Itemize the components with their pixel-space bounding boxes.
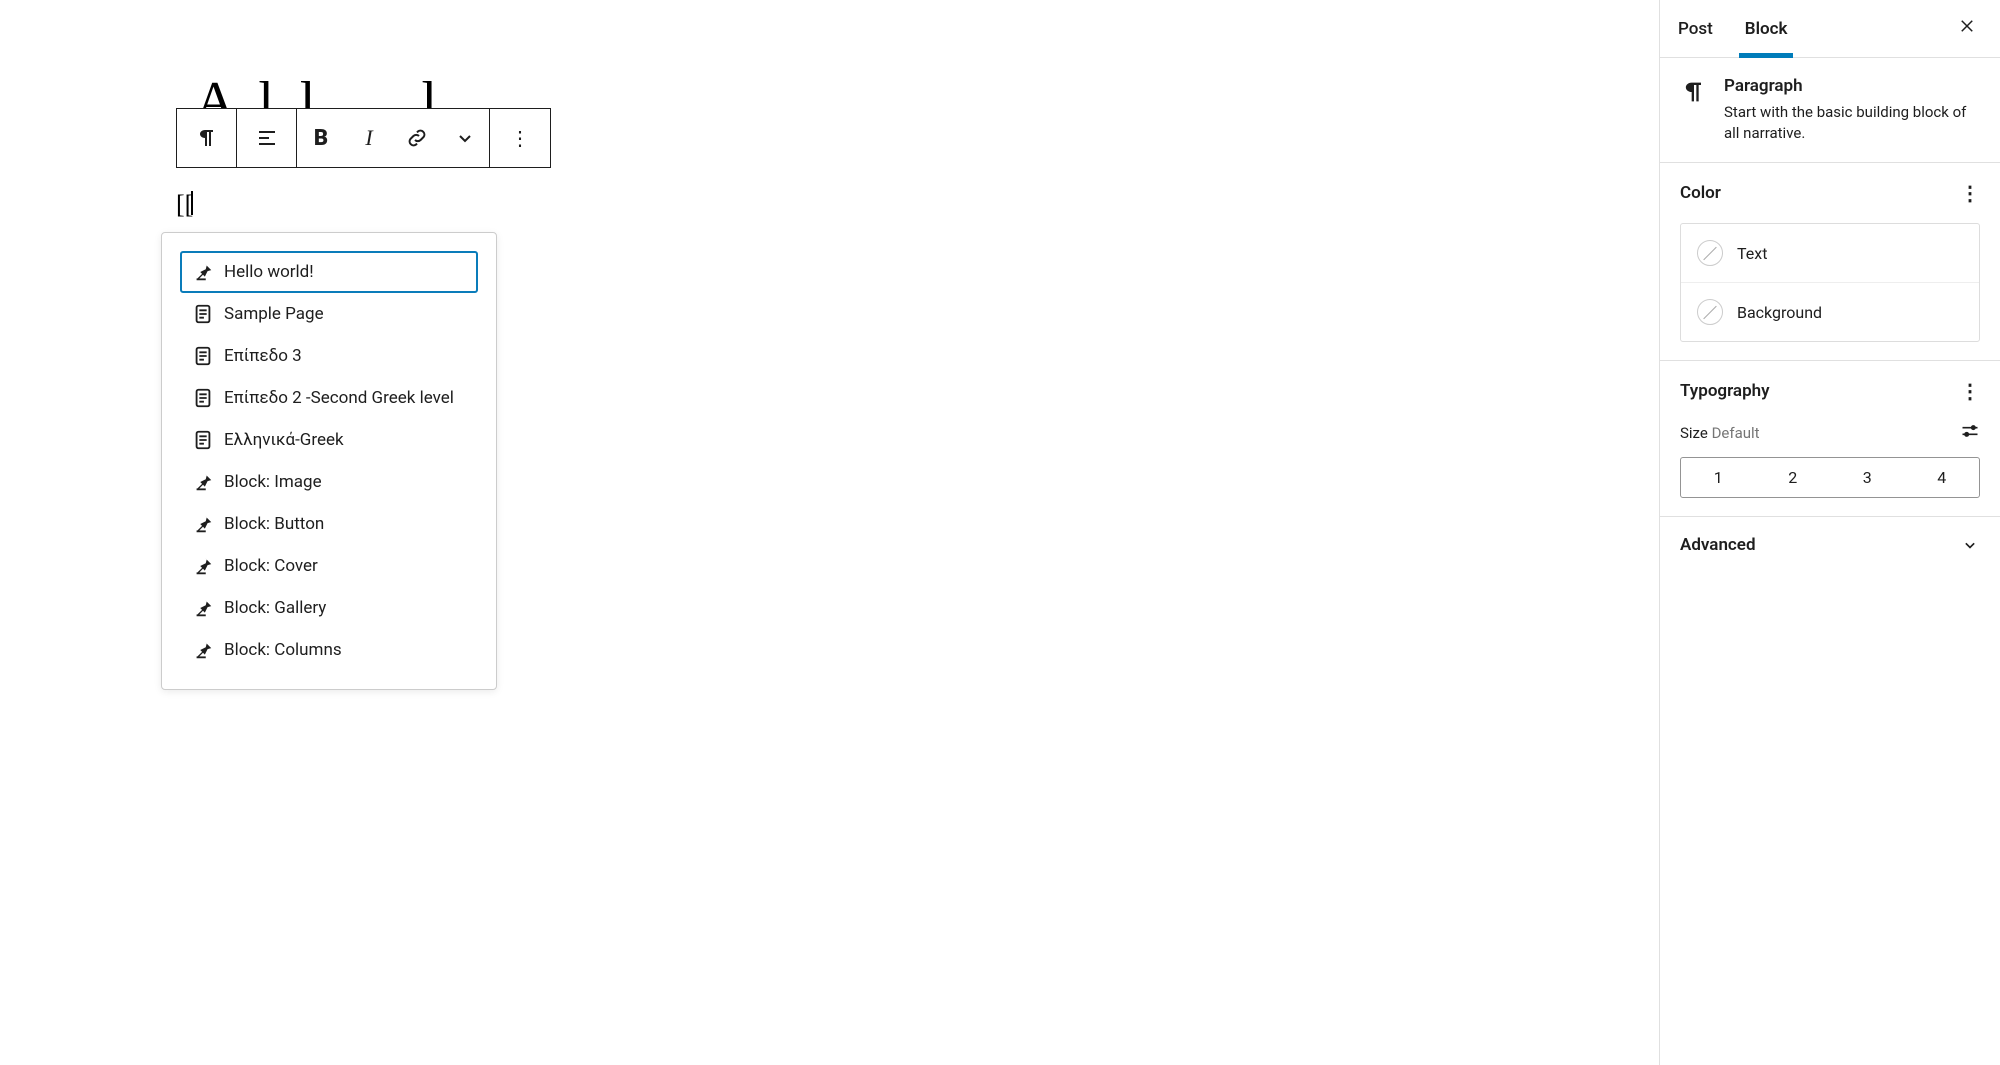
block-options-button[interactable] — [490, 109, 550, 167]
font-size-preset-4[interactable]: 4 — [1905, 458, 1980, 497]
autocomplete-item[interactable]: Hello world! — [180, 251, 478, 293]
block-type-button[interactable] — [177, 109, 237, 167]
page-icon — [192, 345, 214, 367]
color-panel: Color Text Background — [1660, 163, 2000, 361]
paragraph-icon — [1680, 78, 1708, 106]
page-icon — [192, 429, 214, 451]
autocomplete-item[interactable]: Επίπεδο 3 — [180, 335, 478, 377]
settings-sidebar: Post Block Paragraph Start with the basi… — [1659, 0, 2000, 1065]
autocomplete-item[interactable]: Block: Cover — [180, 545, 478, 587]
font-size-preset-2[interactable]: 2 — [1756, 458, 1831, 497]
editor-canvas: A l l . . l B I [[ — [0, 0, 1659, 1065]
block-toolbar: B I — [176, 108, 551, 168]
autocomplete-item[interactable]: Block: Button — [180, 503, 478, 545]
font-size-presets: 1 2 3 4 — [1680, 457, 1980, 498]
autocomplete-item[interactable]: Block: Columns — [180, 629, 478, 671]
sidebar-tabs: Post Block — [1660, 0, 2000, 58]
close-icon — [1958, 17, 1976, 35]
italic-button[interactable]: I — [345, 109, 393, 167]
pin-icon — [192, 597, 214, 619]
link-autocomplete-popover: Hello world! Sample Page Επίπεδο 3 Επίπε… — [161, 232, 497, 690]
color-heading: Color — [1680, 183, 1721, 203]
tab-block[interactable]: Block — [1745, 0, 1806, 57]
font-size-label: Size Default — [1680, 424, 1760, 442]
autocomplete-item[interactable]: Block: Gallery — [180, 587, 478, 629]
swatch-none-icon — [1697, 240, 1723, 266]
link-icon — [405, 126, 429, 150]
advanced-heading: Advanced — [1680, 535, 1756, 555]
tab-post[interactable]: Post — [1678, 0, 1731, 57]
autocomplete-item-label: Block: Gallery — [224, 598, 326, 618]
italic-icon: I — [365, 125, 372, 151]
autocomplete-item-label: Επίπεδο 3 — [224, 346, 302, 366]
paragraph-block[interactable]: [[ — [176, 190, 193, 220]
align-left-icon — [255, 126, 279, 150]
autocomplete-item[interactable]: Επίπεδο 2 -Second Greek level — [180, 377, 478, 419]
close-sidebar-button[interactable] — [1952, 10, 1982, 47]
more-richtext-button[interactable] — [441, 109, 489, 167]
font-size-preset-3[interactable]: 3 — [1830, 458, 1905, 497]
advanced-panel-toggle[interactable]: Advanced — [1660, 517, 2000, 573]
background-color-button[interactable]: Background — [1681, 283, 1979, 341]
chevron-down-icon — [453, 126, 477, 150]
page-icon — [192, 303, 214, 325]
swatch-none-icon — [1697, 299, 1723, 325]
pin-icon — [192, 261, 214, 283]
chevron-down-icon — [1960, 535, 1980, 555]
autocomplete-item-label: Sample Page — [224, 304, 324, 324]
kebab-icon — [510, 126, 530, 150]
link-button[interactable] — [393, 109, 441, 167]
pin-icon — [192, 555, 214, 577]
align-text-button[interactable] — [237, 109, 297, 167]
block-card-title: Paragraph — [1724, 76, 1980, 96]
block-card-section: Paragraph Start with the basic building … — [1660, 58, 2000, 163]
typography-heading: Typography — [1680, 381, 1770, 401]
rich-text-group: B I — [297, 109, 490, 167]
autocomplete-item[interactable]: Sample Page — [180, 293, 478, 335]
background-color-label: Background — [1737, 303, 1822, 322]
bold-icon: B — [314, 126, 328, 151]
autocomplete-item-label: Block: Columns — [224, 640, 342, 660]
autocomplete-item-label: Block: Image — [224, 472, 322, 492]
paragraph-icon — [195, 126, 219, 150]
autocomplete-item-label: Ελληνικά-Greek — [224, 430, 344, 450]
autocomplete-item[interactable]: Ελληνικά-Greek — [180, 419, 478, 461]
autocomplete-item-label: Block: Cover — [224, 556, 318, 576]
autocomplete-item-label: Hello world! — [224, 262, 314, 282]
typography-panel-options[interactable] — [1960, 379, 1980, 403]
font-size-preset-1[interactable]: 1 — [1681, 458, 1756, 497]
pin-icon — [192, 513, 214, 535]
autocomplete-item-label: Block: Button — [224, 514, 324, 534]
autocomplete-item-label: Επίπεδο 2 -Second Greek level — [224, 388, 454, 408]
sliders-icon — [1960, 421, 1980, 441]
pin-icon — [192, 639, 214, 661]
block-card-desc: Start with the basic building block of a… — [1724, 102, 1980, 144]
text-color-button[interactable]: Text — [1681, 224, 1979, 283]
custom-size-toggle[interactable] — [1960, 421, 1980, 445]
text-cursor — [191, 191, 193, 215]
bold-button[interactable]: B — [297, 109, 345, 167]
pin-icon — [192, 471, 214, 493]
autocomplete-item[interactable]: Block: Image — [180, 461, 478, 503]
text-color-label: Text — [1737, 244, 1767, 263]
color-panel-options[interactable] — [1960, 181, 1980, 205]
page-icon — [192, 387, 214, 409]
typography-panel: Typography Size Default 1 2 3 4 — [1660, 361, 2000, 517]
